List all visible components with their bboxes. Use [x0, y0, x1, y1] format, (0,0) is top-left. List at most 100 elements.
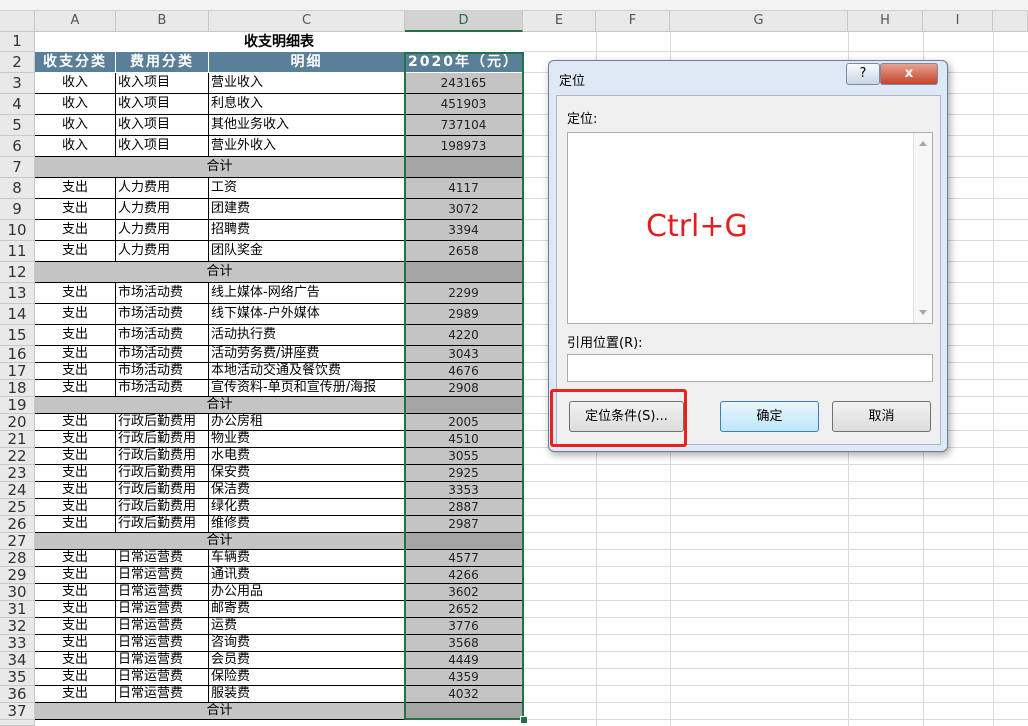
row-header[interactable]: 25	[0, 499, 35, 516]
category-cell[interactable]: 支出	[35, 601, 116, 618]
amount-cell[interactable]: 2658	[405, 241, 523, 262]
ok-button[interactable]: 确定	[720, 401, 819, 432]
column-header-a[interactable]: A	[35, 11, 116, 32]
detail-cell[interactable]: 活动执行费	[209, 325, 405, 346]
detail-cell[interactable]: 营业外收入	[209, 136, 405, 157]
expense-type-cell[interactable]: 行政后勤费用	[116, 499, 209, 516]
expense-type-cell[interactable]: 人力费用	[116, 241, 209, 262]
help-button[interactable]: ?	[846, 63, 880, 85]
category-cell[interactable]: 支出	[35, 414, 116, 431]
category-cell[interactable]: 支出	[35, 325, 116, 346]
amount-cell[interactable]: 3055	[405, 448, 523, 465]
detail-cell[interactable]: 团队奖金	[209, 241, 405, 262]
expense-type-cell[interactable]: 收入项目	[116, 73, 209, 94]
detail-cell[interactable]: 运费	[209, 618, 405, 635]
detail-cell[interactable]: 维修费	[209, 516, 405, 533]
expense-type-cell[interactable]: 行政后勤费用	[116, 465, 209, 482]
goto-listbox[interactable]: Ctrl+G	[567, 132, 933, 324]
category-cell[interactable]: 支出	[35, 448, 116, 465]
detail-cell[interactable]: 车辆费	[209, 550, 405, 567]
row-header[interactable]: 7	[0, 157, 35, 178]
row-header[interactable]: 26	[0, 516, 35, 533]
row-header[interactable]: 16	[0, 346, 35, 363]
row-header[interactable]: 31	[0, 601, 35, 618]
category-cell[interactable]: 收入	[35, 94, 116, 115]
category-cell[interactable]: 收入	[35, 73, 116, 94]
row-header[interactable]: 20	[0, 414, 35, 431]
subtotal-label[interactable]: 合计	[35, 703, 405, 720]
category-cell[interactable]: 支出	[35, 431, 116, 448]
amount-cell[interactable]: 3072	[405, 199, 523, 220]
detail-cell[interactable]: 绿化费	[209, 499, 405, 516]
detail-cell[interactable]: 咨询费	[209, 635, 405, 652]
column-header-d[interactable]: D	[405, 11, 523, 32]
category-cell[interactable]: 支出	[35, 652, 116, 669]
expense-type-cell[interactable]: 日常运营费	[116, 669, 209, 686]
subtotal-label[interactable]: 合计	[35, 397, 405, 414]
close-button[interactable]: x	[880, 63, 938, 85]
amount-cell[interactable]: 2987	[405, 516, 523, 533]
expense-type-cell[interactable]: 市场活动费	[116, 363, 209, 380]
row-header[interactable]: 19	[0, 397, 35, 414]
column-header-e[interactable]: E	[523, 11, 596, 32]
category-cell[interactable]: 支出	[35, 516, 116, 533]
row-header[interactable]	[0, 720, 35, 726]
expense-type-cell[interactable]: 日常运营费	[116, 601, 209, 618]
amount-cell[interactable]: 4266	[405, 567, 523, 584]
detail-cell[interactable]: 通讯费	[209, 567, 405, 584]
expense-type-cell[interactable]: 日常运营费	[116, 635, 209, 652]
subtotal-value-cell[interactable]	[405, 397, 523, 414]
detail-cell[interactable]: 线下媒体-户外媒体	[209, 304, 405, 325]
row-header[interactable]: 23	[0, 465, 35, 482]
expense-type-cell[interactable]: 市场活动费	[116, 380, 209, 397]
amount-cell[interactable]: 2989	[405, 304, 523, 325]
detail-cell[interactable]: 水电费	[209, 448, 405, 465]
category-cell[interactable]: 支出	[35, 482, 116, 499]
cancel-button[interactable]: 取消	[832, 401, 931, 432]
amount-cell[interactable]: 4510	[405, 431, 523, 448]
column-header-g[interactable]: G	[670, 11, 848, 32]
detail-cell[interactable]: 保安费	[209, 465, 405, 482]
expense-type-cell[interactable]: 人力费用	[116, 199, 209, 220]
expense-type-cell[interactable]: 日常运营费	[116, 550, 209, 567]
amount-cell[interactable]: 3776	[405, 618, 523, 635]
amount-cell[interactable]: 2908	[405, 380, 523, 397]
fill-handle[interactable]	[520, 716, 528, 724]
reference-input[interactable]	[567, 354, 933, 382]
expense-type-cell[interactable]: 收入项目	[116, 136, 209, 157]
subtotal-label[interactable]: 合计	[35, 157, 405, 178]
row-header[interactable]: 36	[0, 686, 35, 703]
expense-type-cell[interactable]: 市场活动费	[116, 283, 209, 304]
row-header[interactable]: 14	[0, 304, 35, 325]
detail-cell[interactable]: 本地活动交通及餐饮费	[209, 363, 405, 380]
listbox-scrollbar[interactable]	[913, 133, 932, 323]
header-category[interactable]: 收支分类	[35, 52, 116, 73]
row-header[interactable]: 6	[0, 136, 35, 157]
amount-cell[interactable]: 2652	[405, 601, 523, 618]
detail-cell[interactable]: 其他业务收入	[209, 115, 405, 136]
row-header[interactable]: 18	[0, 380, 35, 397]
amount-cell[interactable]: 3602	[405, 584, 523, 601]
row-header[interactable]: 3	[0, 73, 35, 94]
row-header[interactable]: 27	[0, 533, 35, 550]
category-cell[interactable]: 支出	[35, 241, 116, 262]
column-header-b[interactable]: B	[116, 11, 209, 32]
amount-cell[interactable]: 3043	[405, 346, 523, 363]
row-header[interactable]: 28	[0, 550, 35, 567]
detail-cell[interactable]: 办公用品	[209, 584, 405, 601]
expense-type-cell[interactable]: 行政后勤费用	[116, 448, 209, 465]
expense-type-cell[interactable]: 日常运营费	[116, 567, 209, 584]
expense-type-cell[interactable]: 市场活动费	[116, 346, 209, 363]
row-header[interactable]: 9	[0, 199, 35, 220]
row-header[interactable]: 5	[0, 115, 35, 136]
expense-type-cell[interactable]: 日常运营费	[116, 618, 209, 635]
subtotal-value-cell[interactable]	[405, 533, 523, 550]
category-cell[interactable]: 支出	[35, 618, 116, 635]
row-header[interactable]: 15	[0, 325, 35, 346]
detail-cell[interactable]: 利息收入	[209, 94, 405, 115]
detail-cell[interactable]: 保险费	[209, 669, 405, 686]
expense-type-cell[interactable]: 行政后勤费用	[116, 516, 209, 533]
row-header[interactable]: 21	[0, 431, 35, 448]
subtotal-label[interactable]: 合计	[35, 262, 405, 283]
amount-cell[interactable]: 3394	[405, 220, 523, 241]
